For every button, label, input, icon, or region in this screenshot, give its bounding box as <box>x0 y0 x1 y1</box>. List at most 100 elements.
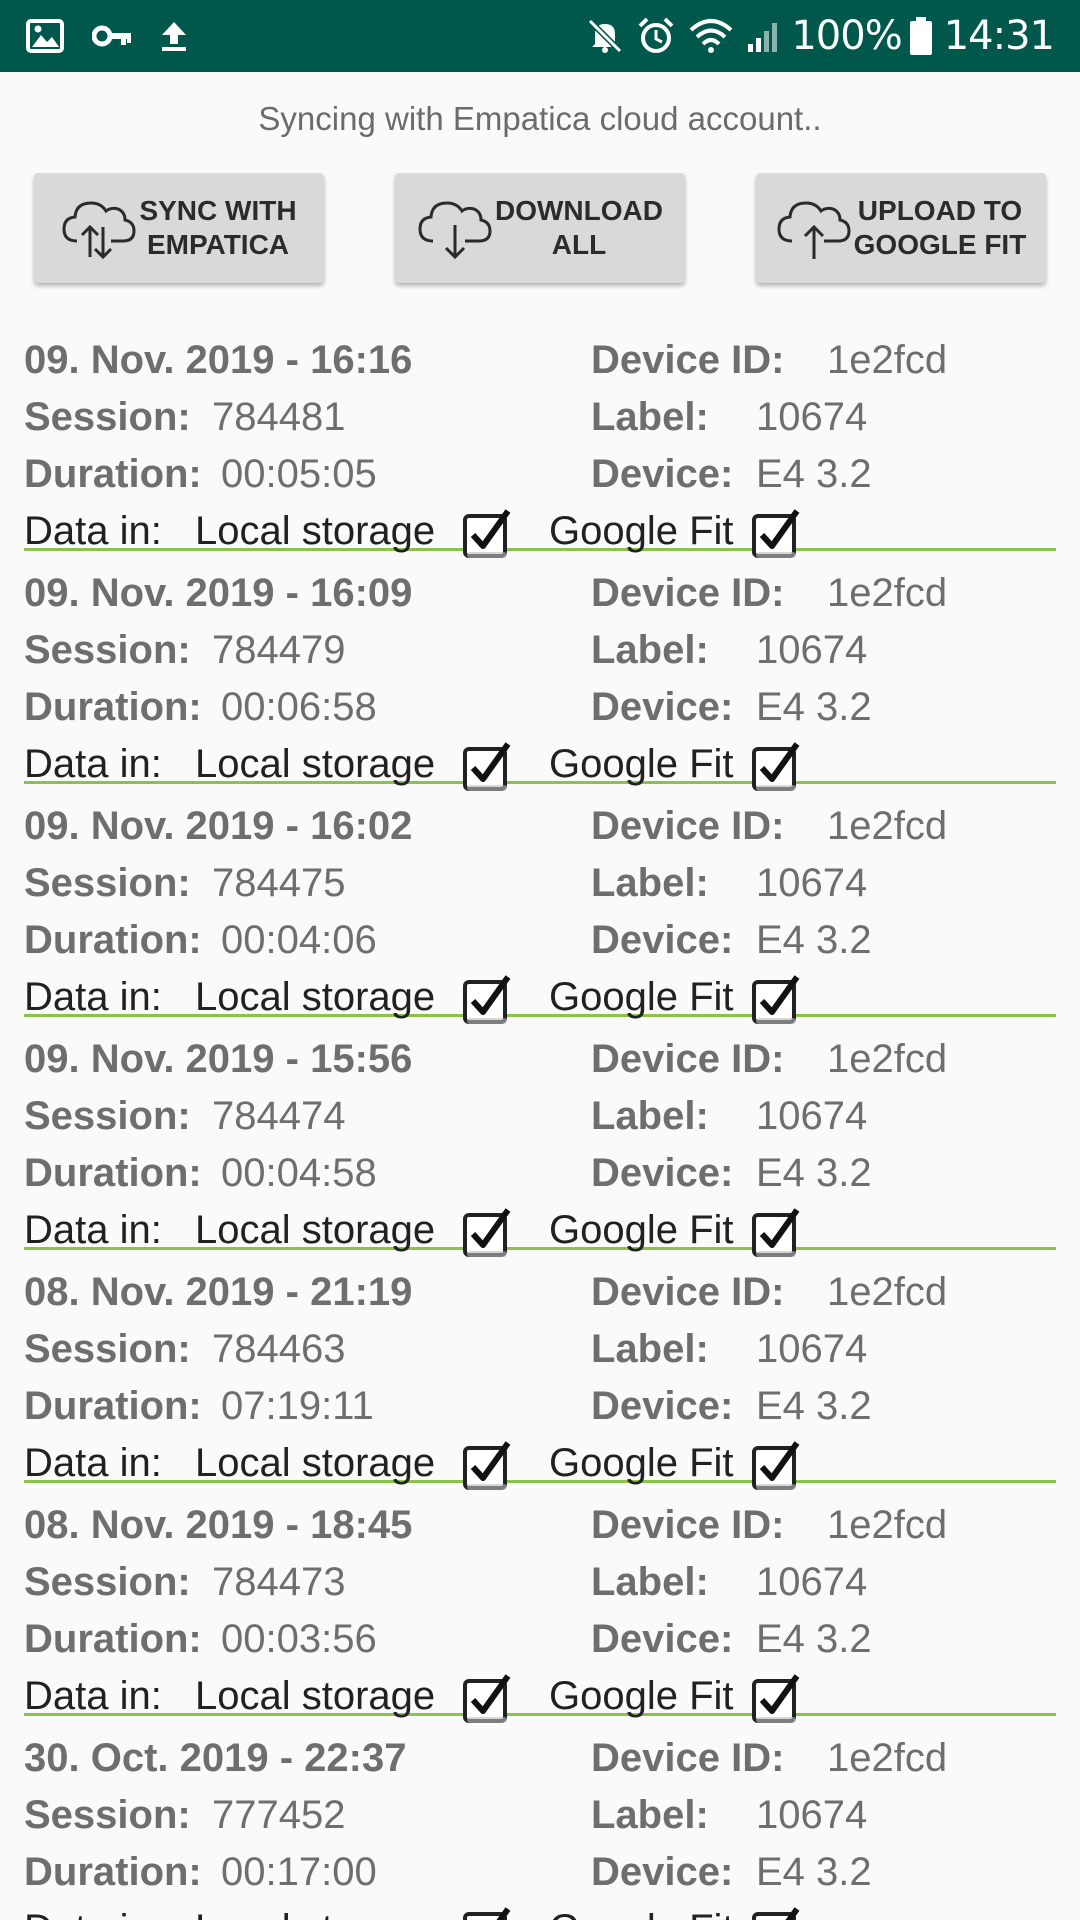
device-value: E4 3.2 <box>756 1151 872 1195</box>
device-id-label: Device ID: <box>591 1503 785 1547</box>
label-value: 10674 <box>756 395 868 439</box>
duration-label: Duration: <box>24 452 202 496</box>
mute-icon <box>588 18 623 54</box>
session-value: 784479 <box>212 628 346 672</box>
session-datetime: 08. Nov. 2019 - 21:19 <box>24 1270 413 1314</box>
session-item[interactable]: 09. Nov. 2019 - 15:56 Device ID: 1e2fcd … <box>24 1017 1056 1257</box>
session-datetime: 30. Oct. 2019 - 22:37 <box>24 1736 407 1780</box>
session-row-header: 09. Nov. 2019 - 16:09 Device ID: 1e2fcd <box>24 565 1056 622</box>
session-value: 777452 <box>212 1793 346 1837</box>
battery-icon <box>909 17 932 55</box>
duration-value: 07:19:11 <box>221 1384 374 1428</box>
upload-to-google-fit-button[interactable]: UPLOAD TO GOOGLE FIT <box>756 173 1046 283</box>
session-row-header: 09. Nov. 2019 - 15:56 Device ID: 1e2fcd <box>24 1031 1056 1088</box>
session-row-duration: Duration: 00:05:05 Device: E4 3.2 <box>24 446 1056 503</box>
device-id-label: Device ID: <box>591 1736 785 1780</box>
cloud-sync-icon <box>62 201 136 260</box>
session-item[interactable]: 09. Nov. 2019 - 16:16 Device ID: 1e2fcd … <box>24 318 1056 558</box>
device-id-label: Device ID: <box>591 1037 785 1081</box>
session-row-header: 30. Oct. 2019 - 22:37 Device ID: 1e2fcd <box>24 1730 1056 1787</box>
session-row-session: Session: 784481 Label: 10674 <box>24 389 1056 446</box>
session-item[interactable]: 09. Nov. 2019 - 16:02 Device ID: 1e2fcd … <box>24 784 1056 1024</box>
upload-to-google-fit-label: UPLOAD TO GOOGLE FIT <box>853 195 1027 260</box>
status-bar: 100% 14:31 <box>0 0 1080 72</box>
session-label: Session: <box>24 1094 191 1138</box>
download-all-button[interactable]: DOWNLOAD ALL <box>395 173 685 283</box>
download-all-label: DOWNLOAD ALL <box>495 195 663 260</box>
label-value: 10674 <box>756 1560 868 1604</box>
status-bar-system: 100% 14:31 <box>573 13 1055 59</box>
session-row-duration: Duration: 00:03:56 Device: E4 3.2 <box>24 1611 1056 1668</box>
device-id-value: 1e2fcd <box>827 1270 948 1314</box>
key-notification-icon <box>92 25 131 47</box>
device-label: Device: <box>591 452 734 496</box>
device-label: Device: <box>591 685 734 729</box>
device-id-value: 1e2fcd <box>827 1037 948 1081</box>
device-label: Device: <box>591 918 734 962</box>
session-datetime: 09. Nov. 2019 - 16:02 <box>24 804 413 848</box>
session-value: 784473 <box>212 1560 346 1604</box>
duration-value: 00:03:56 <box>221 1617 377 1661</box>
session-value: 784481 <box>212 395 346 439</box>
device-label: Device: <box>591 1850 734 1894</box>
device-id-value: 1e2fcd <box>827 1736 948 1780</box>
local-storage-checkbox[interactable] <box>462 1906 514 1920</box>
label-value: 10674 <box>756 861 868 905</box>
alarm-icon <box>638 17 674 53</box>
signal-icon <box>748 23 778 52</box>
session-datetime: 09. Nov. 2019 - 16:09 <box>24 571 413 615</box>
duration-value: 00:04:58 <box>221 1151 377 1195</box>
duration-value: 00:06:58 <box>221 685 377 729</box>
session-label: Session: <box>24 628 191 672</box>
session-item[interactable]: 08. Nov. 2019 - 21:19 Device ID: 1e2fcd … <box>24 1250 1056 1490</box>
session-row-duration: Duration: 00:06:58 Device: E4 3.2 <box>24 679 1056 736</box>
duration-label: Duration: <box>24 1850 202 1894</box>
session-row-header: 09. Nov. 2019 - 16:02 Device ID: 1e2fcd <box>24 798 1056 855</box>
duration-value: 00:05:05 <box>221 452 377 496</box>
label-value: 10674 <box>756 1793 868 1837</box>
device-id-label: Device ID: <box>591 338 785 382</box>
session-item[interactable]: 30. Oct. 2019 - 22:37 Device ID: 1e2fcd … <box>24 1716 1056 1920</box>
session-row-header: 08. Nov. 2019 - 21:19 Device ID: 1e2fcd <box>24 1264 1056 1321</box>
duration-label: Duration: <box>24 1151 202 1195</box>
device-value: E4 3.2 <box>756 1384 872 1428</box>
label-label: Label: <box>591 1560 709 1604</box>
device-value: E4 3.2 <box>756 452 872 496</box>
session-item[interactable]: 09. Nov. 2019 - 16:09 Device ID: 1e2fcd … <box>24 551 1056 791</box>
device-value: E4 3.2 <box>756 1850 872 1894</box>
session-value: 784474 <box>212 1094 346 1138</box>
session-datetime: 09. Nov. 2019 - 16:16 <box>24 338 413 382</box>
device-value: E4 3.2 <box>756 1617 872 1661</box>
device-id-value: 1e2fcd <box>827 804 948 848</box>
session-row-data-in: Data in: Local storage Google Fit <box>24 1901 1056 1920</box>
action-buttons: SYNC WITH EMPATICA DOWNLOAD ALL UPLOAD T… <box>34 173 1046 283</box>
session-row-session: Session: 777452 Label: 10674 <box>24 1787 1056 1844</box>
session-row-session: Session: 784475 Label: 10674 <box>24 855 1056 912</box>
session-label: Session: <box>24 1793 191 1837</box>
upload-notification-icon <box>162 22 186 51</box>
label-label: Label: <box>591 861 709 905</box>
session-item[interactable]: 08. Nov. 2019 - 18:45 Device ID: 1e2fcd … <box>24 1483 1056 1723</box>
device-id-label: Device ID: <box>591 571 785 615</box>
device-label: Device: <box>591 1384 734 1428</box>
session-datetime: 09. Nov. 2019 - 15:56 <box>24 1037 413 1081</box>
device-id-value: 1e2fcd <box>827 338 948 382</box>
wifi-icon <box>690 19 733 53</box>
device-id-label: Device ID: <box>591 804 785 848</box>
session-value: 784475 <box>212 861 346 905</box>
label-label: Label: <box>591 1094 709 1138</box>
cloud-download-icon <box>418 201 492 260</box>
device-value: E4 3.2 <box>756 685 872 729</box>
sync-with-empatica-button[interactable]: SYNC WITH EMPATICA <box>34 173 324 283</box>
device-id-value: 1e2fcd <box>827 571 948 615</box>
session-row-duration: Duration: 00:17:00 Device: E4 3.2 <box>24 1844 1056 1901</box>
device-label: Device: <box>591 1617 734 1661</box>
device-id-label: Device ID: <box>591 1270 785 1314</box>
label-value: 10674 <box>756 1327 868 1371</box>
local-storage-label: Local storage <box>195 1901 435 1920</box>
duration-label: Duration: <box>24 918 202 962</box>
session-datetime: 08. Nov. 2019 - 18:45 <box>24 1503 413 1547</box>
duration-label: Duration: <box>24 1384 202 1428</box>
session-row-duration: Duration: 07:19:11 Device: E4 3.2 <box>24 1378 1056 1435</box>
google-fit-checkbox[interactable] <box>751 1906 803 1920</box>
